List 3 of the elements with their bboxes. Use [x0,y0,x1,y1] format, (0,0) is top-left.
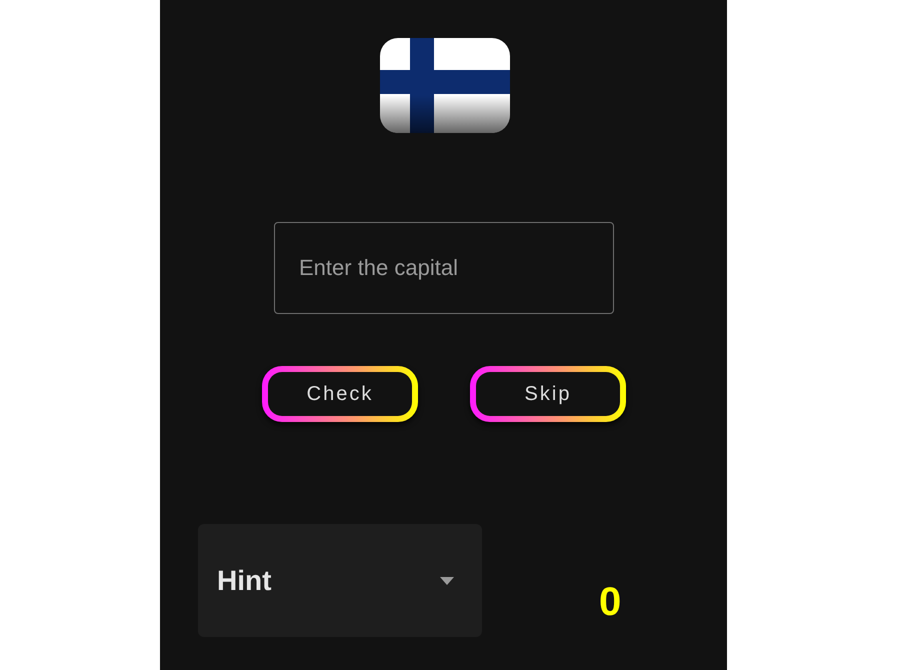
capital-input-field[interactable]: Enter the capital [274,222,614,314]
hint-dropdown[interactable]: Hint [198,524,482,637]
score-value: 0 [599,582,622,622]
